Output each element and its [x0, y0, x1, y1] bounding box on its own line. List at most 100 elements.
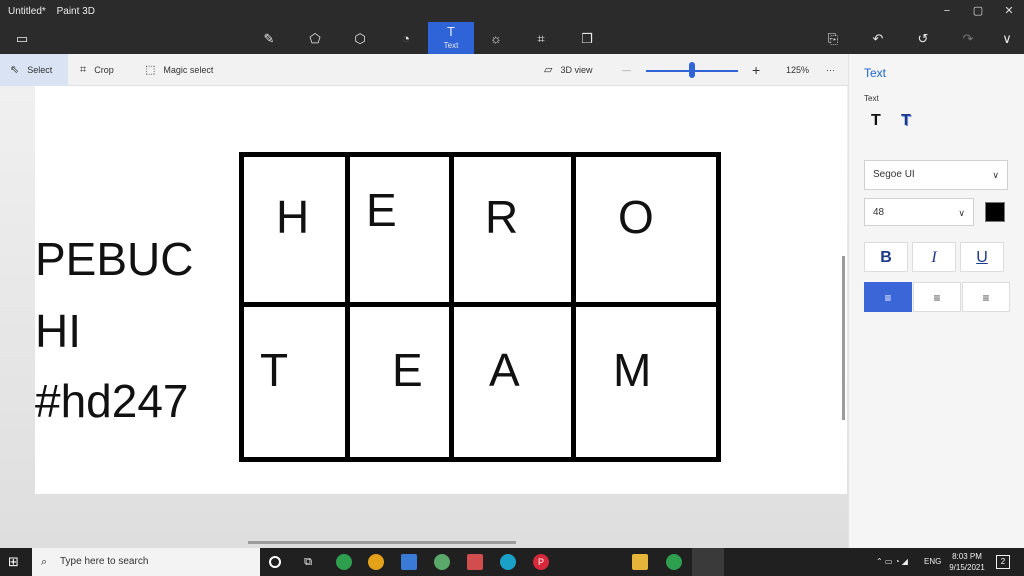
- canvas-tool[interactable]: ⌗: [521, 26, 561, 52]
- taskbar-search[interactable]: ⌕ Type here to search: [32, 548, 260, 576]
- chevron-down-icon: ∨: [1002, 31, 1012, 46]
- edge-icon[interactable]: [500, 554, 516, 570]
- language-indicator[interactable]: ENG: [924, 548, 941, 576]
- notification-icon[interactable]: 2: [996, 555, 1010, 569]
- zoom-level[interactable]: 125%: [776, 54, 809, 86]
- more-options-button[interactable]: ···: [816, 54, 835, 86]
- app-window-icon[interactable]: [401, 554, 417, 570]
- clock-time: 8:03 PM: [952, 552, 982, 561]
- grid-letter[interactable]: E: [392, 347, 423, 393]
- chrome-profile-icon[interactable]: [336, 554, 352, 570]
- paint3d-taskbar-button[interactable]: [692, 548, 724, 576]
- select-label: Select: [27, 65, 53, 75]
- brushes-tool[interactable]: ✎: [249, 26, 289, 52]
- history-icon: ↺: [917, 31, 929, 46]
- minimize-button[interactable]: −: [932, 3, 962, 19]
- task-view-icon[interactable]: ⧉: [300, 554, 316, 570]
- grid-letter[interactable]: R: [485, 194, 518, 240]
- 3d-library-tool[interactable]: ❒: [567, 26, 607, 52]
- app-tiles-icon[interactable]: [467, 554, 483, 570]
- crop-label: Crop: [94, 65, 114, 75]
- clock-date: 9/15/2021: [949, 563, 985, 572]
- 3d-text-icon[interactable]: T: [901, 112, 911, 130]
- vertical-scrollbar[interactable]: [842, 256, 845, 420]
- tray-icons[interactable]: ⌃ ▭ ◔ ◢: [876, 548, 908, 576]
- text-color-swatch[interactable]: [985, 202, 1005, 222]
- font-family-select[interactable]: Segoe UI ∨: [864, 160, 1008, 190]
- italic-button[interactable]: I: [912, 242, 956, 272]
- font-size-value: 48: [873, 207, 885, 218]
- letter-grid[interactable]: H E R O T E A M: [239, 152, 721, 462]
- zoom-slider-thumb[interactable]: [689, 62, 695, 78]
- document-title: Untitled*: [8, 6, 46, 17]
- 3d-view-label: 3D view: [560, 65, 593, 75]
- magic-select-button[interactable]: ⬚ Magic select: [135, 54, 213, 86]
- chrome-active-icon[interactable]: [666, 554, 682, 570]
- 2d-shapes-tool[interactable]: ⬠: [295, 26, 335, 52]
- file-explorer-icon[interactable]: [632, 554, 648, 570]
- search-icon: ⌕: [41, 556, 48, 568]
- close-button[interactable]: ✕: [994, 3, 1024, 19]
- chrome-profile-2-icon[interactable]: [434, 554, 450, 570]
- horizontal-scrollbar[interactable]: [248, 541, 516, 544]
- 2d-text-icon[interactable]: T: [871, 112, 881, 130]
- 3d-library-icon: ❒: [581, 31, 593, 46]
- 3d-view-icon: ▱: [544, 64, 553, 76]
- 2d-shapes-icon: ⬠: [309, 31, 321, 46]
- bold-button[interactable]: B: [864, 242, 908, 272]
- canvas-text-line-2[interactable]: HI: [35, 308, 81, 354]
- redo-icon: ↷: [962, 31, 974, 46]
- chevron-down-icon: ∨: [958, 208, 965, 218]
- 3d-view-button[interactable]: ▱ 3D view: [534, 54, 592, 86]
- menu-button[interactable]: ▭: [2, 26, 42, 52]
- grid-letter[interactable]: M: [613, 347, 651, 393]
- zoom-out-button[interactable]: —: [612, 54, 631, 86]
- taskbar: ⊞ ⌕ Type here to search ⧉ P ⌃ ▭ ◔ ◢ ENG …: [0, 548, 1024, 576]
- grid-letter[interactable]: E: [366, 187, 397, 233]
- undo-button[interactable]: ↶: [858, 26, 898, 52]
- align-right-button[interactable]: ≡: [962, 282, 1010, 312]
- maximize-button[interactable]: ▢: [963, 3, 993, 19]
- align-center-button[interactable]: ≡: [913, 282, 961, 312]
- app-name: Paint 3D: [56, 6, 95, 17]
- chrome-icon[interactable]: [368, 554, 384, 570]
- cursor-icon: ⇖: [10, 64, 20, 76]
- grid-divider: [571, 157, 576, 457]
- crop-button[interactable]: ⌗ Crop: [70, 54, 114, 86]
- search-placeholder: Type here to search: [60, 556, 149, 567]
- grid-divider: [345, 157, 350, 457]
- drawing-canvas[interactable]: PEBUC HI #hd247 H E R O T E A M: [35, 86, 847, 494]
- grid-letter[interactable]: T: [260, 347, 288, 393]
- paste-button[interactable]: ⎘: [813, 26, 853, 52]
- zoom-in-button[interactable]: +: [742, 54, 760, 86]
- pinterest-icon[interactable]: P: [533, 554, 549, 570]
- font-family-value: Segoe UI: [873, 169, 915, 180]
- clock[interactable]: 8:03 PM 9/15/2021: [944, 551, 990, 573]
- effects-tool[interactable]: ☼: [476, 26, 516, 52]
- grid-letter[interactable]: O: [618, 194, 654, 240]
- underline-button[interactable]: U: [960, 242, 1004, 272]
- canvas-icon: ⌗: [537, 31, 545, 46]
- windows-start-icon[interactable]: ⊞: [8, 554, 19, 570]
- history-button[interactable]: ↺: [903, 26, 943, 52]
- text-icon: T: [447, 24, 455, 39]
- grid-divider: [449, 157, 454, 457]
- magic-select-icon: ⬚: [145, 64, 156, 76]
- canvas-text-line-3[interactable]: #hd247: [35, 378, 189, 424]
- grid-letter[interactable]: H: [276, 194, 309, 240]
- cortana-icon[interactable]: [269, 556, 281, 568]
- text-tool[interactable]: T Text: [428, 22, 474, 54]
- menu-icon: ▭: [15, 31, 29, 46]
- expand-toolbar-button[interactable]: ∨: [987, 26, 1024, 52]
- 3d-shapes-tool[interactable]: ⬡: [340, 26, 380, 52]
- redo-button[interactable]: ↷: [948, 26, 988, 52]
- font-size-select[interactable]: 48 ∨: [864, 198, 974, 226]
- select-button[interactable]: ⇖ Select: [0, 54, 68, 86]
- grid-letter[interactable]: A: [489, 347, 520, 393]
- panel-subtitle: Text: [864, 94, 879, 103]
- stickers-tool[interactable]: ◔: [386, 26, 426, 52]
- align-left-button[interactable]: ≡: [864, 282, 912, 312]
- window-title: Untitled* Paint 3D: [8, 6, 103, 17]
- magic-select-label: Magic select: [163, 65, 214, 75]
- canvas-text-line-1[interactable]: PEBUC: [35, 236, 193, 282]
